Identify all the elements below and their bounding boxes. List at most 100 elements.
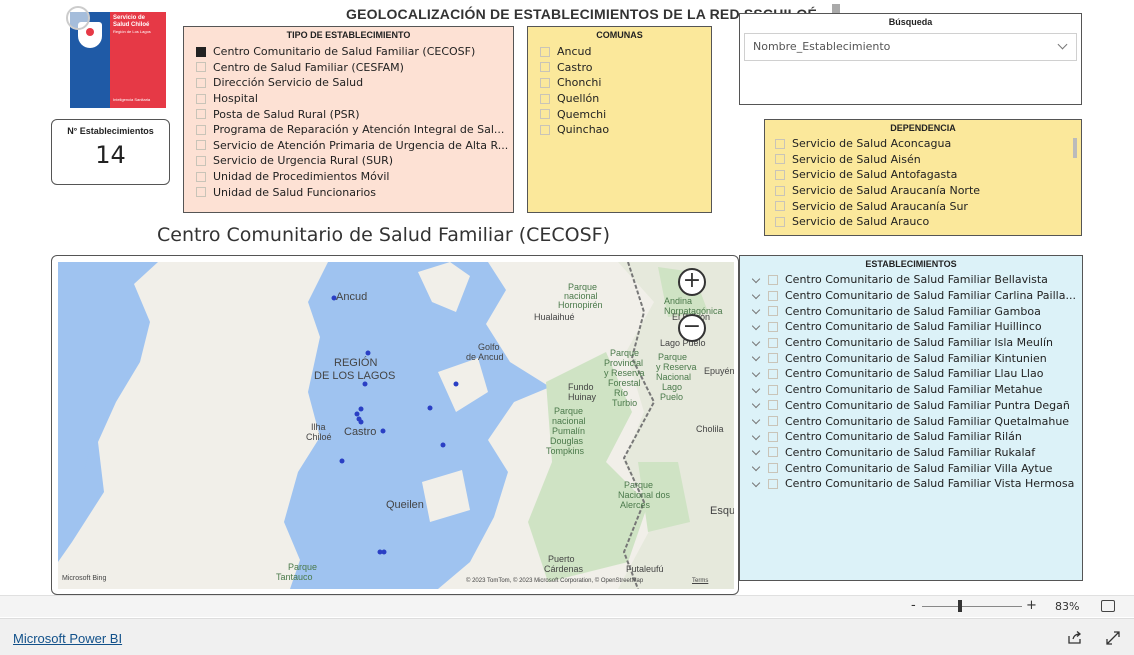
checkbox[interactable] (196, 93, 206, 104)
fullscreen-icon[interactable] (1106, 631, 1120, 645)
power-bi-link[interactable]: Microsoft Power BI (13, 631, 122, 646)
chevron-down-icon[interactable] (752, 386, 760, 394)
checkbox[interactable] (196, 155, 206, 166)
establecimiento-item[interactable]: Centro Comunitario de Salud Familiar Car… (752, 288, 1082, 304)
checkbox[interactable] (540, 124, 550, 135)
comuna-item[interactable]: Quemchi (540, 106, 711, 122)
checkbox[interactable] (196, 109, 206, 120)
checkbox[interactable] (768, 400, 778, 411)
establecimiento-item[interactable]: Centro Comunitario de Salud Familiar Vil… (752, 460, 1082, 476)
checkbox[interactable] (775, 154, 785, 165)
checkbox[interactable] (196, 171, 206, 182)
scrollbar-thumb[interactable] (1073, 138, 1077, 158)
tipo-item[interactable]: Unidad de Procedimientos Móvil (196, 169, 513, 185)
chevron-down-icon[interactable] (752, 354, 760, 362)
establecimiento-item[interactable]: Centro Comunitario de Salud Familiar Isl… (752, 335, 1082, 351)
checkbox[interactable] (768, 337, 778, 348)
comuna-item[interactable]: Castro (540, 60, 711, 76)
chevron-down-icon[interactable] (752, 323, 760, 331)
tipo-item[interactable]: Centro de Salud Familiar (CESFAM) (196, 60, 513, 76)
checkbox[interactable] (540, 109, 550, 120)
establecimiento-item[interactable]: Centro Comunitario de Salud Familiar Hui… (752, 319, 1082, 335)
reset-icon[interactable] (66, 6, 90, 30)
busqueda-dropdown[interactable]: Nombre_Establecimiento (744, 33, 1077, 61)
establecimiento-item[interactable]: Centro Comunitario de Salud Familiar Met… (752, 382, 1082, 398)
dependencia-item[interactable]: Servicio de Salud Antofagasta (775, 167, 1081, 183)
establecimiento-item[interactable]: Centro Comunitario de Salud Familiar Bel… (752, 272, 1082, 288)
checkbox[interactable] (775, 138, 785, 149)
tipo-item[interactable]: Unidad de Salud Funcionarios (196, 184, 513, 200)
chevron-down-icon[interactable] (752, 480, 760, 488)
dependencia-item[interactable]: Servicio de Salud Aisén (775, 152, 1081, 168)
comuna-item[interactable]: Quellón (540, 91, 711, 107)
establecimiento-item[interactable]: Centro Comunitario de Salud Familiar Kin… (752, 350, 1082, 366)
tipo-item[interactable]: Centro Comunitario de Salud Familiar (CE… (196, 44, 513, 60)
checkbox[interactable] (775, 216, 785, 227)
chevron-down-icon[interactable] (752, 448, 760, 456)
checkbox[interactable] (768, 353, 778, 364)
checkbox[interactable] (775, 185, 785, 196)
checkbox[interactable] (768, 274, 778, 285)
zoom-out-control[interactable]: - (911, 598, 916, 613)
zoom-out-button[interactable]: − (678, 314, 706, 342)
checkbox[interactable] (768, 431, 778, 442)
tipo-item[interactable]: Hospital (196, 91, 513, 107)
map-terms-link[interactable]: Terms (692, 576, 708, 586)
tipo-item[interactable]: Programa de Reparación y Atención Integr… (196, 122, 513, 138)
dependencia-item[interactable]: Servicio de Salud Araucanía Sur (775, 198, 1081, 214)
zoom-in-button[interactable]: + (678, 268, 706, 296)
checkbox[interactable] (196, 62, 206, 73)
establecimiento-item[interactable]: Centro Comunitario de Salud Familiar Pun… (752, 398, 1082, 414)
checkbox[interactable] (768, 368, 778, 379)
checkbox[interactable] (768, 447, 778, 458)
chevron-down-icon[interactable] (752, 307, 760, 315)
checkbox[interactable] (196, 46, 206, 57)
dependencia-item[interactable]: Servicio de Salud Aconcagua (775, 136, 1081, 152)
establecimiento-item[interactable]: Centro Comunitario de Salud Familiar Ruk… (752, 445, 1082, 461)
checkbox[interactable] (540, 46, 550, 57)
zoom-slider-thumb[interactable] (958, 600, 962, 612)
chevron-down-icon[interactable] (752, 433, 760, 441)
chevron-down-icon[interactable] (752, 276, 760, 284)
checkbox[interactable] (775, 169, 785, 180)
checkbox[interactable] (540, 77, 550, 88)
establecimiento-item[interactable]: Centro Comunitario de Salud Familiar Ril… (752, 429, 1082, 445)
checkbox[interactable] (196, 187, 206, 198)
checkbox[interactable] (196, 140, 206, 151)
chevron-down-icon[interactable] (752, 339, 760, 347)
checkbox[interactable] (768, 321, 778, 332)
checkbox[interactable] (768, 478, 778, 489)
share-icon[interactable] (1068, 631, 1082, 644)
checkbox[interactable] (775, 201, 785, 212)
checkbox[interactable] (540, 93, 550, 104)
establecimiento-item[interactable]: Centro Comunitario de Salud Familiar Que… (752, 413, 1082, 429)
tipo-item[interactable]: Dirección Servicio de Salud (196, 75, 513, 91)
chevron-down-icon[interactable] (752, 464, 760, 472)
checkbox[interactable] (196, 77, 206, 88)
comuna-item[interactable]: Ancud (540, 44, 711, 60)
checkbox[interactable] (768, 306, 778, 317)
checkbox[interactable] (768, 384, 778, 395)
tipo-item[interactable]: Servicio de Atención Primaria de Urgenci… (196, 138, 513, 154)
chevron-down-icon[interactable] (752, 292, 760, 300)
chevron-down-icon[interactable] (752, 417, 760, 425)
zoom-slider-track[interactable] (922, 606, 1022, 607)
zoom-in-control[interactable]: + (1026, 598, 1037, 613)
chevron-down-icon[interactable] (752, 370, 760, 378)
establecimiento-item[interactable]: Centro Comunitario de Salud Familiar Lla… (752, 366, 1082, 382)
dependencia-item[interactable]: Servicio de Salud Arauco (775, 214, 1081, 230)
comuna-item[interactable]: Quinchao (540, 122, 711, 138)
chevron-down-icon[interactable] (752, 401, 760, 409)
checkbox[interactable] (768, 463, 778, 474)
tipo-item[interactable]: Servicio de Urgencia Rural (SUR) (196, 153, 513, 169)
checkbox[interactable] (196, 124, 206, 135)
fit-to-page-icon[interactable] (1101, 600, 1115, 612)
checkbox[interactable] (768, 290, 778, 301)
checkbox[interactable] (540, 62, 550, 73)
comuna-item[interactable]: Chonchi (540, 75, 711, 91)
map-view[interactable]: Ancud REGIÓN DE LOS LAGOS Castro Ilha Ch… (58, 262, 734, 589)
establecimiento-item[interactable]: Centro Comunitario de Salud Familiar Gam… (752, 303, 1082, 319)
dependencia-item[interactable]: Servicio de Salud Araucanía Norte (775, 183, 1081, 199)
tipo-item[interactable]: Posta de Salud Rural (PSR) (196, 106, 513, 122)
checkbox[interactable] (768, 416, 778, 427)
